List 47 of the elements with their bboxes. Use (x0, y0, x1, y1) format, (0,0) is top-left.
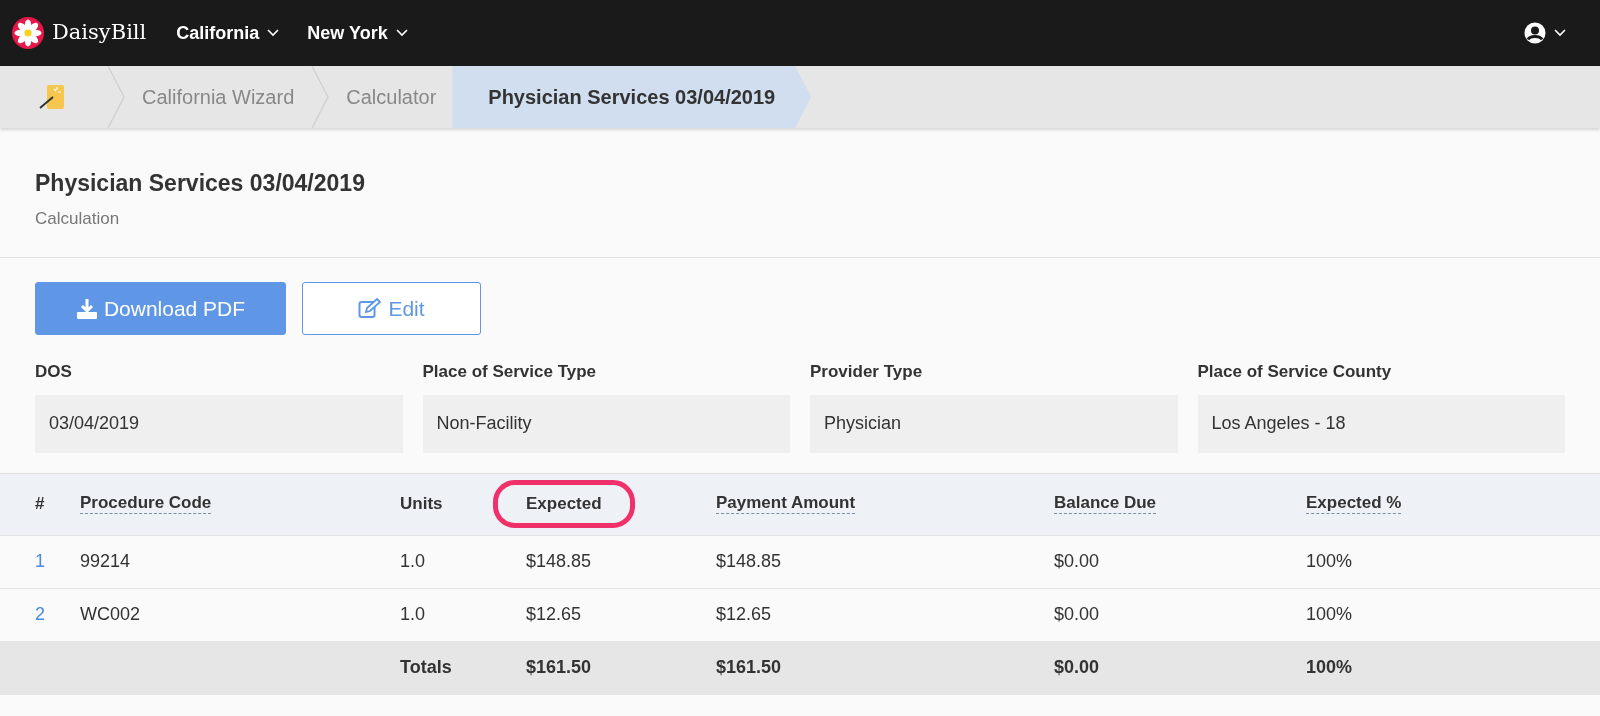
daisy-logo-icon (12, 17, 44, 49)
column-header: # (35, 493, 45, 516)
table-cell-text: 100% (1306, 550, 1353, 574)
table-cell-text: 100% (1306, 603, 1353, 627)
breadcrumb-separator-icon (106, 66, 126, 128)
totals-cell-text: $0.00 (1054, 656, 1100, 680)
column-header[interactable]: Balance Due (1054, 494, 1157, 514)
page-subtitle: Calculation (35, 207, 121, 230)
field-label: Provider Type (810, 361, 924, 384)
table-cell-text: $0.00 (1054, 550, 1100, 574)
page-title: Physician Services 03/04/2019 (35, 170, 366, 198)
table-cell-text: $148.85 (716, 550, 782, 574)
breadcrumb-link[interactable]: Physician Services 03/04/2019 (452, 66, 812, 128)
table-cell-text: 1.0 (400, 550, 426, 574)
table-cell-text: 99214 (80, 550, 131, 574)
chevron-down-icon (267, 29, 280, 37)
breadcrumb-separator-icon (310, 66, 331, 128)
field-label: Place of Service County (1197, 361, 1393, 384)
table-cell-text: $0.00 (1054, 603, 1100, 627)
column-header: Units (400, 493, 443, 516)
totals-cell-text: 100% (1306, 656, 1353, 680)
table-cell-text: 1.0 (400, 603, 426, 627)
brand-link[interactable]: DaisyBill (12, 17, 147, 49)
table-cell-text: WC002 (80, 603, 141, 627)
readonly-field: Non-Facility (422, 394, 790, 453)
readonly-field: 03/04/2019 (35, 394, 403, 453)
column-header[interactable]: Expected (493, 479, 635, 529)
edit-icon (358, 297, 383, 320)
chevron-down-icon (1554, 29, 1566, 37)
chevron-down-icon (395, 29, 408, 37)
menu-dropdown[interactable]: California (170, 18, 286, 48)
column-header[interactable]: Payment Amount (716, 494, 856, 514)
readonly-field: Physician (810, 394, 1178, 453)
download-icon (75, 297, 98, 320)
totals-label: Totals (400, 656, 452, 680)
readonly-field: Los Angeles - 18 (1197, 394, 1565, 453)
table-cell-text: $12.65 (716, 603, 772, 627)
field-label: DOS (35, 361, 73, 384)
column-header[interactable]: Expected % (1306, 494, 1402, 514)
totals-cell-text: $161.50 (526, 656, 592, 680)
totals-cell-text: $161.50 (716, 656, 782, 680)
user-avatar-icon (1524, 22, 1546, 44)
table-cell-text: $12.65 (526, 603, 582, 627)
field-label: Place of Service Type (422, 361, 598, 384)
menu-dropdown[interactable]: New York (301, 18, 414, 48)
column-header[interactable]: Procedure Code (80, 494, 212, 514)
table-cell-text: $148.85 (526, 550, 592, 574)
